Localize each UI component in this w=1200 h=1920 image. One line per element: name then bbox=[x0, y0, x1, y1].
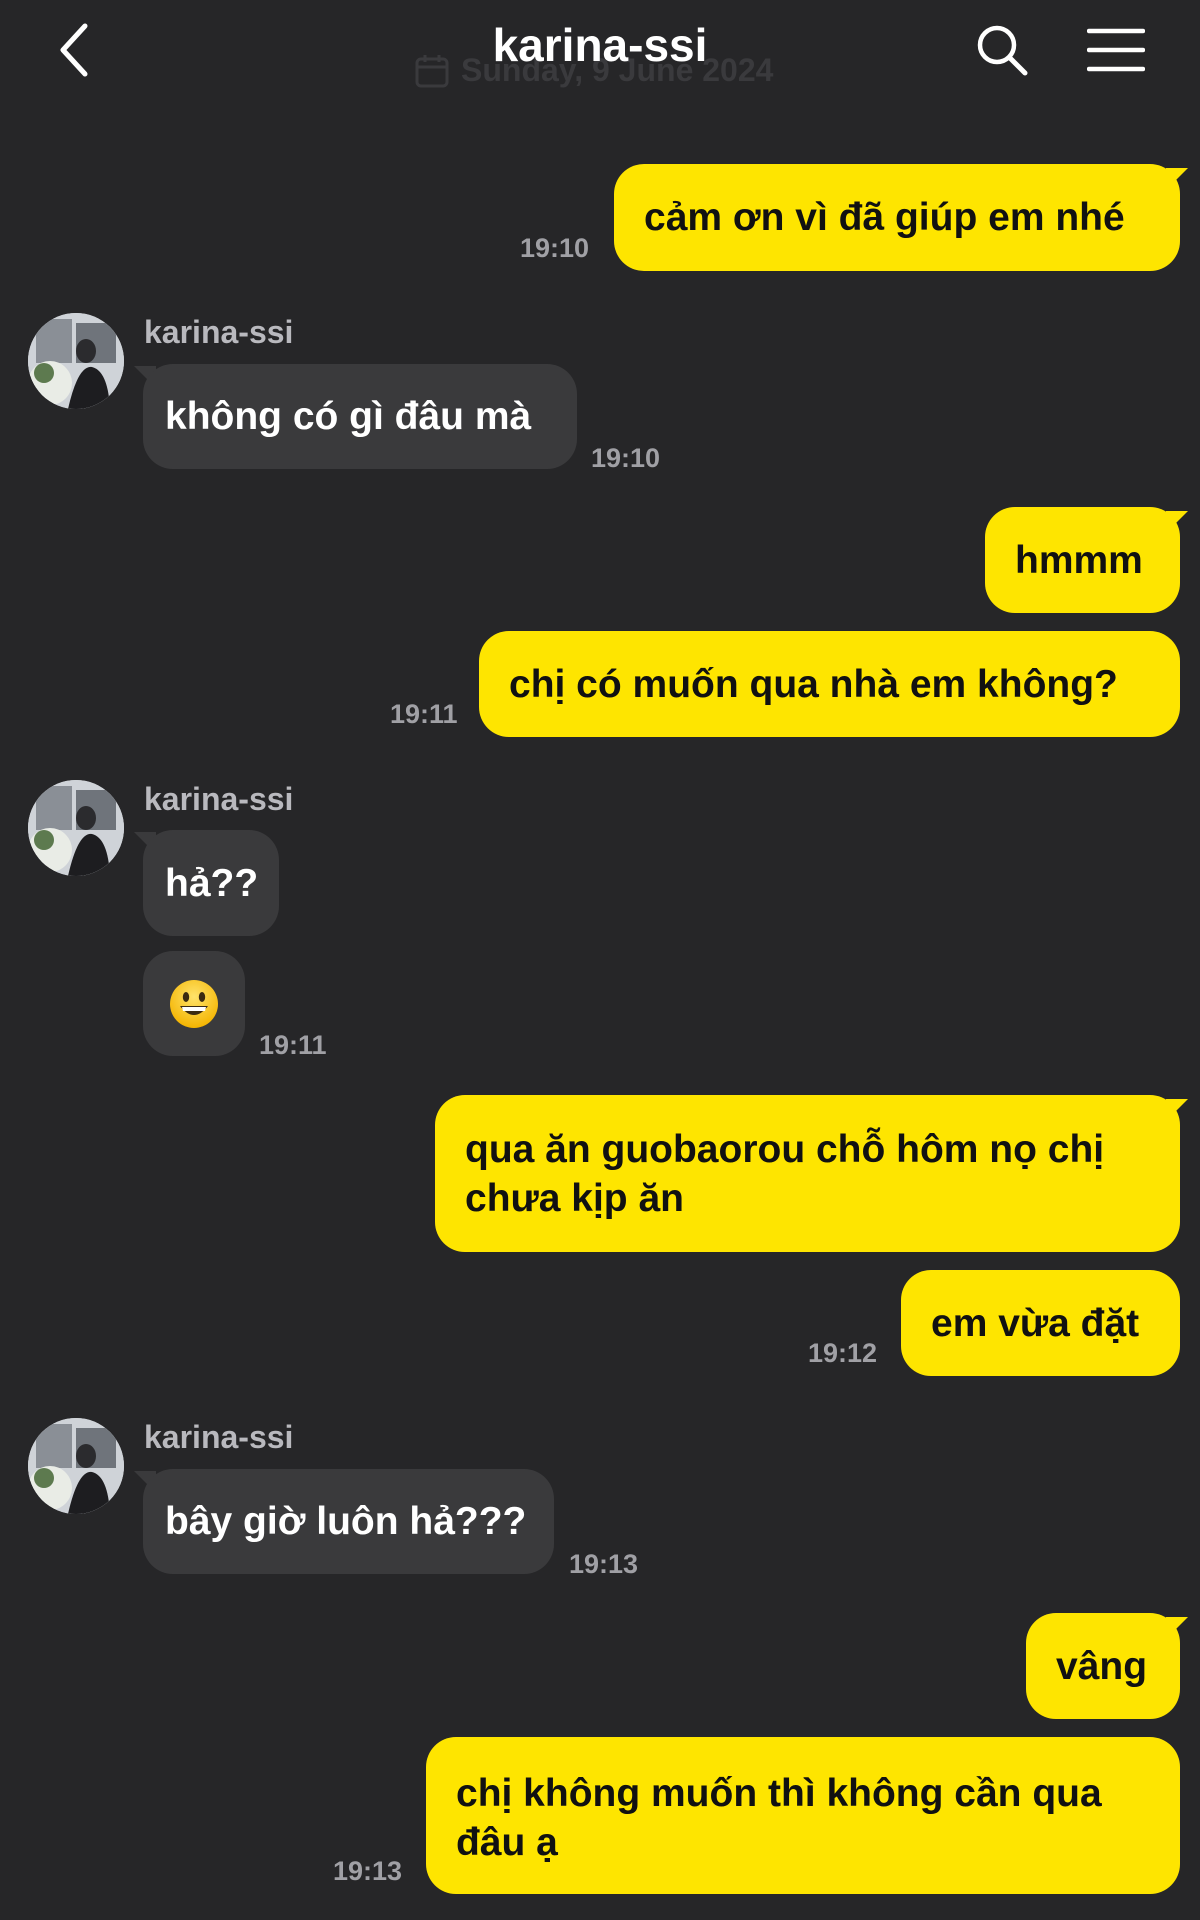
outgoing-message-bubble[interactable]: chị không muốn thì không cần qua đâu ạ bbox=[426, 1737, 1180, 1894]
hamburger-menu-icon bbox=[1087, 28, 1145, 72]
outgoing-message-bubble[interactable]: hmmm bbox=[985, 507, 1180, 613]
avatar[interactable] bbox=[28, 313, 124, 409]
incoming-message-bubble[interactable]: hả?? bbox=[143, 830, 279, 936]
message-text: hả?? bbox=[165, 861, 259, 905]
message-text: chị có muốn qua nhà em không? bbox=[509, 662, 1118, 706]
grinning-face-emoji bbox=[170, 979, 218, 1028]
avatar-photo bbox=[28, 313, 124, 409]
search-icon bbox=[977, 25, 1028, 76]
message-timestamp: 19:10 bbox=[591, 443, 661, 473]
sender-name: karina-ssi bbox=[144, 781, 294, 817]
message-timestamp: 19:11 bbox=[390, 699, 458, 729]
message-text: vâng bbox=[1056, 1644, 1148, 1688]
incoming-message-bubble[interactable]: không có gì đâu mà bbox=[143, 364, 577, 469]
incoming-message-bubble[interactable]: bây giờ luôn hả??? bbox=[143, 1469, 554, 1574]
message-timestamp: 19:13 bbox=[333, 1856, 403, 1886]
sender-name: karina-ssi bbox=[144, 1419, 294, 1455]
message-timestamp: 19:10 bbox=[520, 233, 590, 263]
outgoing-message-bubble[interactable]: em vừa đặt bbox=[901, 1270, 1180, 1376]
message-text: bây giờ luôn hả??? bbox=[165, 1500, 527, 1543]
avatar-photo bbox=[28, 780, 124, 876]
message-text: hmmm bbox=[1015, 538, 1143, 582]
outgoing-message-bubble[interactable]: chị có muốn qua nhà em không? bbox=[479, 631, 1180, 737]
chat-header: Sunday, 9 June 2024 karina-ssi bbox=[0, 0, 1200, 100]
message-text-line: qua ăn guobaorou chỗ hôm nọ chị bbox=[465, 1128, 1105, 1171]
message-text: không có gì đâu mà bbox=[165, 395, 532, 438]
message-text-line: chị không muốn thì không cần qua bbox=[456, 1772, 1102, 1815]
incoming-emoji-bubble[interactable]: 😀 bbox=[143, 951, 245, 1056]
message-text: em vừa đặt bbox=[931, 1301, 1140, 1345]
avatar[interactable] bbox=[28, 780, 124, 876]
message-text-line: đâu ạ bbox=[456, 1821, 558, 1864]
outgoing-message-bubble[interactable]: qua ăn guobaorou chỗ hôm nọ chị chưa kịp… bbox=[435, 1095, 1180, 1252]
message-timestamp: 19:11 bbox=[259, 1030, 327, 1060]
menu-button[interactable] bbox=[1082, 18, 1150, 82]
message-text-line: chưa kịp ăn bbox=[465, 1177, 684, 1220]
message-timestamp: 19:12 bbox=[808, 1338, 878, 1368]
avatar[interactable] bbox=[28, 1418, 124, 1514]
outgoing-message-bubble[interactable]: vâng bbox=[1026, 1613, 1180, 1719]
sender-name: karina-ssi bbox=[144, 314, 294, 350]
search-button[interactable] bbox=[970, 18, 1034, 82]
outgoing-message-bubble[interactable]: cảm ơn vì đã giúp em nhé bbox=[614, 164, 1180, 271]
message-timestamp: 19:13 bbox=[569, 1549, 639, 1579]
message-text: cảm ơn vì đã giúp em nhé bbox=[644, 196, 1125, 239]
avatar-photo bbox=[28, 1418, 124, 1514]
